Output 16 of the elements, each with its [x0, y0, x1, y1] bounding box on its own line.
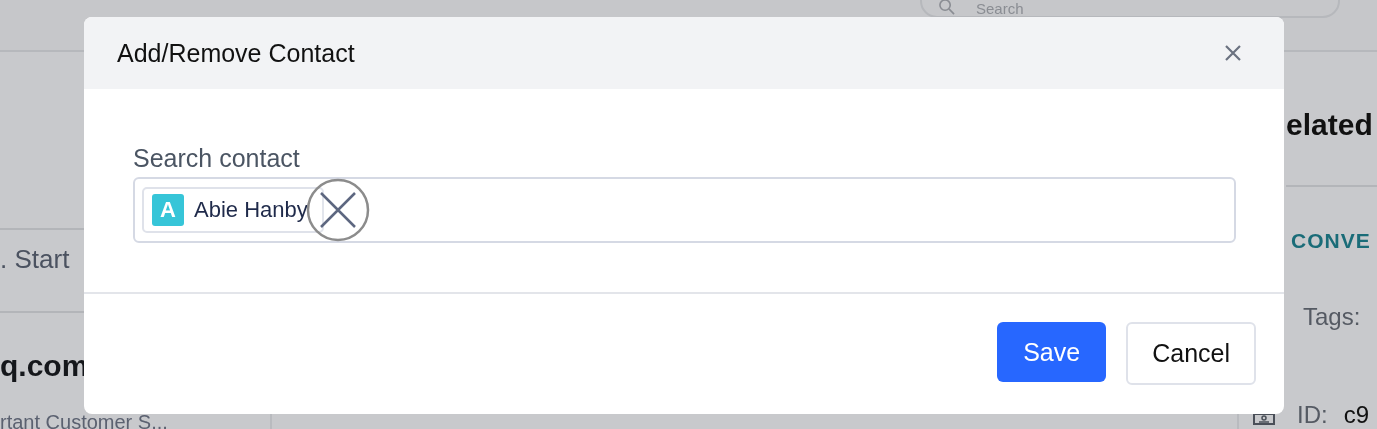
contact-search-field[interactable]: A Abie Hanby [133, 177, 1236, 243]
save-button[interactable]: Save [997, 322, 1107, 382]
contact-name: Abie Hanby [194, 197, 308, 223]
cancel-button[interactable]: Cancel [1126, 322, 1256, 385]
contact-subtitle: rtant Customer S... [0, 415, 169, 429]
field-label: Search contact [133, 143, 301, 173]
dialog-title: Add/Remove Contact [117, 38, 355, 68]
avatar-initial: A [152, 194, 184, 226]
id-label: ID: [1297, 401, 1328, 429]
panel-heading: elated [1286, 108, 1373, 141]
id-value: c9 [1343, 401, 1370, 429]
section-heading: CONVE [1291, 229, 1372, 253]
tags-label: Tags: [1303, 303, 1362, 331]
contact-chip[interactable]: A Abie Hanby [142, 187, 324, 233]
search-placeholder: Search [976, 0, 1024, 17]
list-item-text: . Start [0, 244, 70, 274]
